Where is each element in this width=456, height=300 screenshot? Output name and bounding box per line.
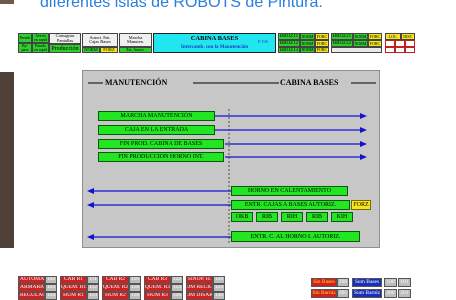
loc-grid-cell-3 bbox=[405, 40, 415, 47]
cab-r1-value: 111 bbox=[87, 276, 99, 284]
sin-barniz-value: 205 bbox=[337, 289, 349, 298]
hum-r3-value: 126 bbox=[171, 292, 183, 300]
automata-button[interactable]: AUTOMATA bbox=[18, 276, 45, 284]
manutencion-title: MANUTENCIÓN bbox=[105, 78, 168, 87]
om-recic-value: 129 bbox=[213, 284, 225, 292]
robot-broz12-norm[interactable]: NORM bbox=[300, 40, 315, 47]
quem-r3-value: 124 bbox=[171, 284, 183, 292]
signal-marcha-manutencion[interactable]: MARCHA MANUTENCIÓN bbox=[98, 111, 215, 121]
robot-empty-slot bbox=[331, 47, 382, 53]
sum-barniz-value-2: 201 bbox=[398, 289, 411, 298]
automata-value: 102 bbox=[45, 276, 57, 284]
robot-broz11-norm[interactable]: NORM bbox=[300, 33, 315, 40]
quem-r3-button[interactable]: QUEM. R3 bbox=[144, 284, 171, 292]
om-disar-value: 130 bbox=[213, 292, 225, 300]
color-rih[interactable]: RIH bbox=[281, 212, 303, 222]
cab-r3-value: 122 bbox=[171, 276, 183, 284]
color-kih[interactable]: KIH bbox=[331, 212, 353, 222]
side-strip-mid bbox=[0, 72, 14, 248]
cabina-bases-title: CABINA BASES bbox=[280, 78, 339, 87]
hum-r3-button[interactable]: HUM R3 bbox=[144, 292, 171, 300]
robot-broz12-forc[interactable]: FORC bbox=[315, 40, 329, 47]
robot-broz21-norm[interactable]: NORM bbox=[353, 33, 368, 40]
signal-horno-calentamiento[interactable]: HORNO EN CALENTAMIENTO bbox=[231, 186, 348, 196]
robot-broz13[interactable]: BROZ13 bbox=[278, 47, 300, 53]
cab-r2-button[interactable]: CAB R2 bbox=[102, 276, 129, 284]
loc-grid-cell-2 bbox=[395, 40, 405, 47]
loc-grid-cell-1 bbox=[385, 40, 395, 47]
autori-ent-cajas[interactable]: Autori. Ent. Cajas Bases bbox=[82, 33, 118, 47]
dist-button[interactable]: DIST. bbox=[401, 33, 415, 40]
exchange-panel: MANUTENCIÓN CABINA BASES MARCHA MANUTENC… bbox=[82, 70, 380, 248]
bottom-status-bar: AUTOMATA 102 ARMARIOS 103 REGULAC 104 CA… bbox=[18, 276, 454, 300]
cab-r2-value: 116 bbox=[129, 276, 141, 284]
loc-grid-cell-4 bbox=[385, 47, 395, 53]
quem-r1-button[interactable]: QUEM. R1 bbox=[60, 284, 87, 292]
page-ref: P.196 bbox=[258, 39, 268, 44]
loc-grid-cell-6 bbox=[405, 47, 415, 53]
status-parado-rapid[interactable]: Parado en rapid bbox=[32, 43, 49, 53]
hum-r1-value: 114 bbox=[87, 292, 99, 300]
sum-barniz-button[interactable]: Sum Barniz bbox=[352, 289, 382, 298]
forz-button[interactable]: FORZ bbox=[351, 200, 371, 210]
armarios-button[interactable]: ARMARIOS bbox=[18, 284, 45, 292]
om-recic-button[interactable]: OM RECIC bbox=[186, 284, 213, 292]
sum-bases-value-2: 101 bbox=[398, 278, 411, 287]
regulac-value: 104 bbox=[45, 292, 57, 300]
robot-broz21[interactable]: BROZ21 bbox=[331, 33, 353, 40]
quem-r2-button[interactable]: QUEM. R2 bbox=[102, 284, 129, 292]
consignas-button[interactable]: Consignas Pantallas bbox=[49, 33, 81, 44]
loc-grid-cell-5 bbox=[395, 47, 405, 53]
quem-r2-value: 118 bbox=[129, 284, 141, 292]
sin-bases-value: 206 bbox=[337, 278, 349, 287]
status-bypass[interactable]: By- pass bbox=[18, 43, 32, 53]
signal-fin-produccion-horno[interactable]: FIN PRODUCCION HORNO INT. bbox=[98, 152, 224, 162]
signal-entr-cajas-bases[interactable]: ENTR. CAJAS A BASES AUTORIZ. bbox=[231, 200, 350, 210]
hum-r1-button[interactable]: HUM R1 bbox=[60, 292, 87, 300]
armarios-value: 103 bbox=[45, 284, 57, 292]
produccion-button[interactable]: Producción bbox=[49, 44, 81, 53]
side-strip-top bbox=[0, 0, 14, 4]
robot-broz13-norm[interactable]: NORM bbox=[300, 47, 315, 53]
sum-bases-button[interactable]: Sum Bases bbox=[352, 278, 382, 287]
robot-broz22-forc[interactable]: FORC bbox=[368, 40, 382, 47]
cabina-subtitle: Intercamb. con la Manutención bbox=[180, 45, 249, 50]
robot-broz13-forc[interactable]: FORC bbox=[315, 47, 329, 53]
color-okb[interactable]: OKB bbox=[231, 212, 253, 222]
sinop-h-button[interactable]: SINOP. H. bbox=[186, 276, 213, 284]
robot-broz21-forc[interactable]: FORC bbox=[368, 33, 382, 40]
robot-broz22[interactable]: BROZ22 bbox=[331, 40, 353, 47]
color-rib-1[interactable]: RIB bbox=[256, 212, 278, 222]
robot-broz11[interactable]: BROZ11 bbox=[278, 33, 300, 40]
top-status-bar: Parado Avería en rapid By- pass Parado e… bbox=[18, 33, 454, 53]
robot-broz12[interactable]: BROZ12 bbox=[278, 40, 300, 47]
marcha-manuten[interactable]: Marcha Manuten. bbox=[119, 33, 152, 47]
status-averia[interactable]: Avería en rapid bbox=[32, 33, 49, 43]
quem-r1-value: 112 bbox=[87, 284, 99, 292]
signal-caja-en-entrada[interactable]: CAJA EN LA ENTRADA bbox=[98, 125, 215, 135]
hum-r2-value: 120 bbox=[129, 292, 141, 300]
est-autori: Est. Autori. bbox=[119, 47, 152, 53]
signal-fin-prod-cabina[interactable]: FIN PROD. CABINA DE BASES bbox=[98, 139, 224, 149]
robot-broz22-norm[interactable]: NORM bbox=[353, 40, 368, 47]
cab-r1-button[interactable]: CAB R1 bbox=[60, 276, 87, 284]
signal-entr-horno-autoriz[interactable]: ENTR. C. AL HORNO I. AUTORIZ. bbox=[231, 231, 360, 242]
sinop-h-value: 128 bbox=[213, 276, 225, 284]
cab-r3-button[interactable]: CAB R3 bbox=[144, 276, 171, 284]
sin-barniz-button[interactable]: Sin Barniz bbox=[311, 289, 337, 298]
sin-bases-button[interactable]: Sin Bases bbox=[311, 278, 337, 287]
sum-bases-value-1: 100 bbox=[384, 278, 397, 287]
status-parado[interactable]: Parado bbox=[18, 33, 32, 43]
sum-barniz-value-1: 200 bbox=[384, 289, 397, 298]
color-rib-2[interactable]: RIB bbox=[306, 212, 328, 222]
loc-button[interactable]: LOC. bbox=[385, 33, 401, 40]
header-text: diferentes islas de ROBOTS de Pintura. bbox=[40, 0, 323, 11]
autori-norm[interactable]: NORM bbox=[82, 47, 100, 53]
hum-r2-button[interactable]: HUM R2 bbox=[102, 292, 129, 300]
regulac-button[interactable]: REGULAC bbox=[18, 292, 45, 300]
om-disar-button[interactable]: OM DISAR bbox=[186, 292, 213, 300]
autori-forz[interactable]: FORZ bbox=[100, 47, 118, 53]
robot-broz11-forc[interactable]: FORC bbox=[315, 33, 329, 40]
